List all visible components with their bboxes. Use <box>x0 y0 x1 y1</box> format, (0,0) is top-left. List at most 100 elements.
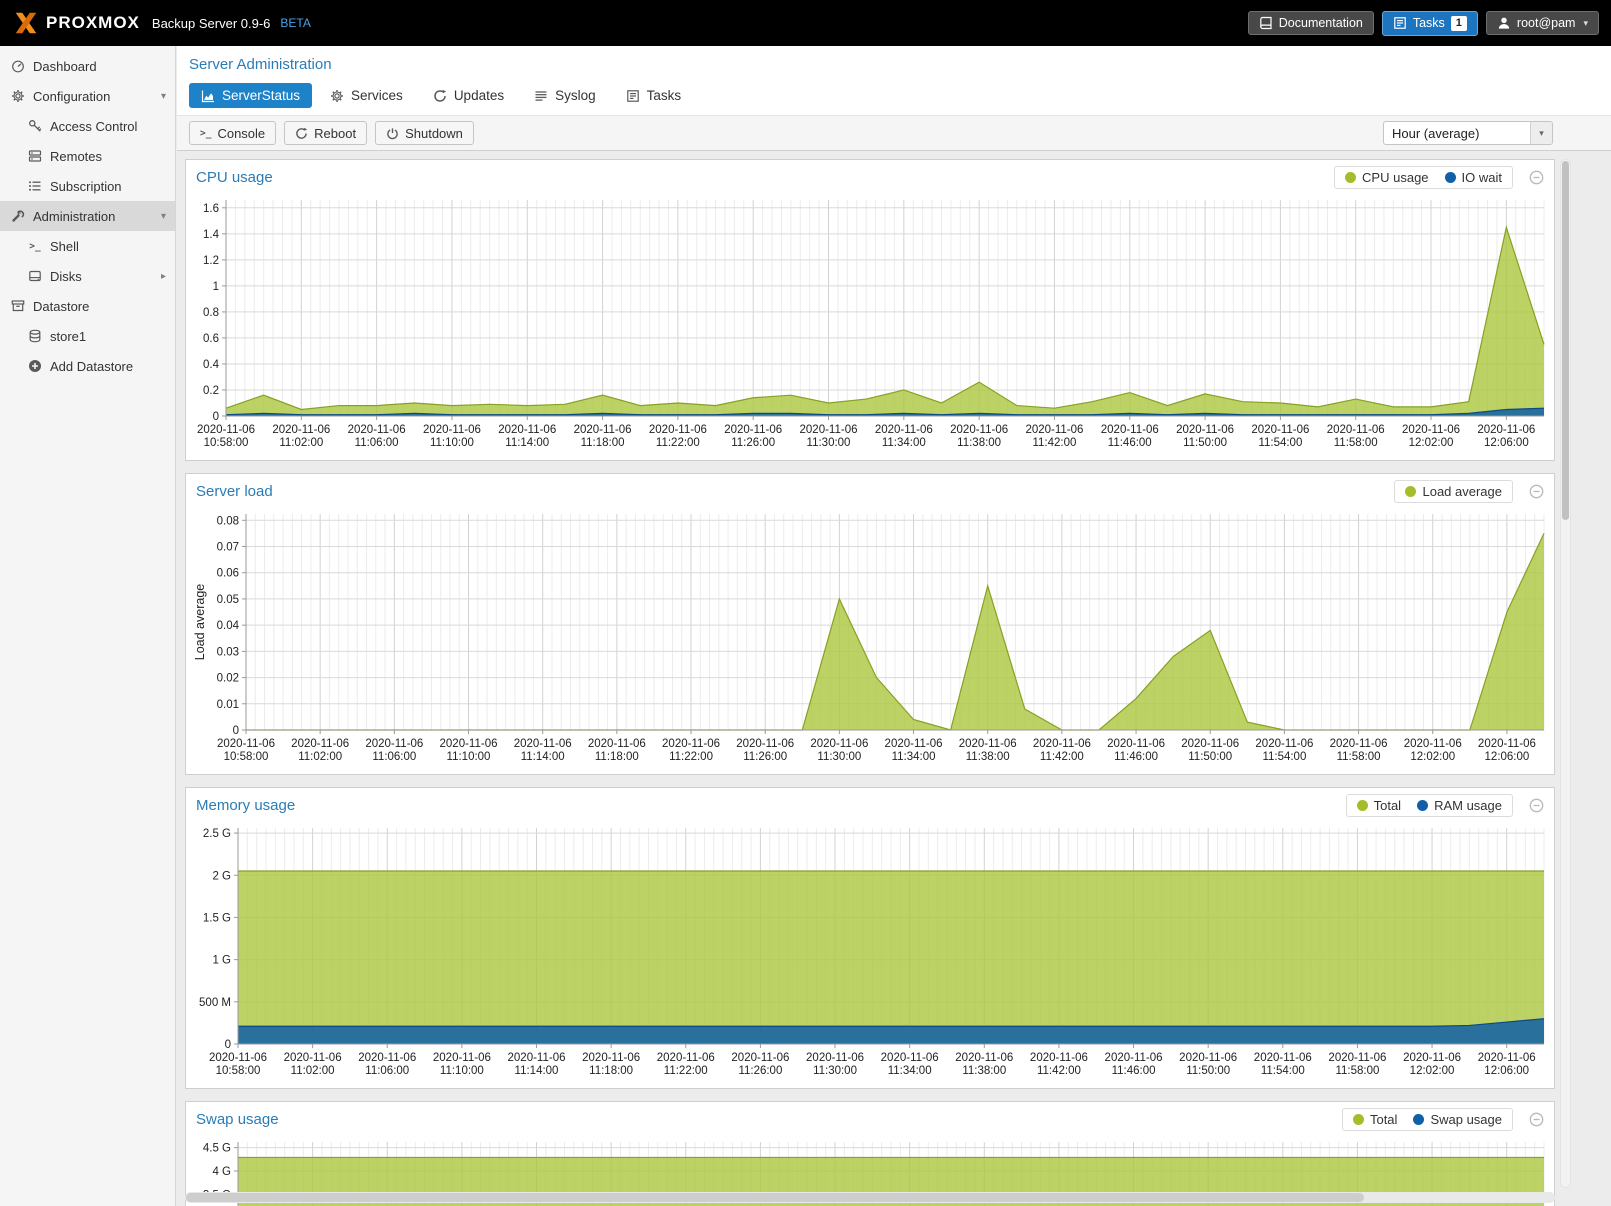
sidebar-item-label: Remotes <box>50 149 102 164</box>
tab-label: Updates <box>454 88 504 103</box>
sidebar-item-access-control[interactable]: Access Control <box>0 111 175 141</box>
combo-trigger[interactable]: ▾ <box>1530 122 1552 144</box>
gears-icon <box>330 89 344 103</box>
reboot-icon <box>295 127 308 140</box>
sidebar-item-dashboard[interactable]: Dashboard <box>0 51 175 81</box>
horizontal-scrollbar-thumb[interactable] <box>186 1193 1364 1202</box>
svg-text:1.6: 1.6 <box>203 203 219 215</box>
svg-text:2020-11-0610:58:00: 2020-11-0610:58:00 <box>217 738 275 763</box>
svg-text:0.2: 0.2 <box>203 385 219 397</box>
svg-text:2020-11-0611:42:00: 2020-11-0611:42:00 <box>1033 738 1091 763</box>
horizontal-scrollbar[interactable] <box>185 1192 1555 1203</box>
console-button[interactable]: >_ Console <box>189 121 276 145</box>
sidebar-item-store1[interactable]: store1 <box>0 321 175 351</box>
legend-dot <box>1405 486 1416 497</box>
tab-tasks[interactable]: Tasks <box>614 83 694 108</box>
svg-text:2020-11-0611:38:00: 2020-11-0611:38:00 <box>955 1052 1013 1077</box>
sidebar-item-add-datastore[interactable]: Add Datastore <box>0 351 175 381</box>
svg-text:2020-11-0610:58:00: 2020-11-0610:58:00 <box>209 1052 267 1077</box>
sidebar: Dashboard Configuration ▾ Access Control… <box>0 46 176 1206</box>
legend-label: IO wait <box>1462 170 1502 185</box>
svg-text:2020-11-0611:06:00: 2020-11-0611:06:00 <box>365 738 423 763</box>
svg-text:2020-11-0611:02:00: 2020-11-0611:02:00 <box>291 738 349 763</box>
sidebar-item-configuration[interactable]: Configuration ▾ <box>0 81 175 111</box>
vertical-scrollbar-thumb[interactable] <box>1562 161 1569 520</box>
svg-text:0.04: 0.04 <box>217 620 240 632</box>
tab-services[interactable]: Services <box>318 83 415 108</box>
wrench-icon <box>10 209 26 223</box>
sidebar-item-label: Access Control <box>50 119 137 134</box>
toolbar: >_ Console Reboot Shutdown Hour (average… <box>177 115 1611 151</box>
tab-syslog[interactable]: Syslog <box>522 83 608 108</box>
brand-name: PROXMOX <box>46 13 140 33</box>
tasks-label: Tasks <box>1413 16 1445 30</box>
collapse-panel-icon[interactable] <box>1529 484 1544 499</box>
svg-text:0.6: 0.6 <box>203 333 219 345</box>
legend-label: Load average <box>1422 484 1502 499</box>
area-chart-icon <box>201 89 215 103</box>
tasks-button[interactable]: Tasks 1 <box>1382 11 1478 36</box>
legend-item: RAM usage <box>1417 798 1502 813</box>
tab-serverstatus[interactable]: ServerStatus <box>189 83 312 108</box>
svg-text:2020-11-0612:02:00: 2020-11-0612:02:00 <box>1404 738 1462 763</box>
timeframe-select[interactable]: Hour (average) ▾ <box>1383 121 1553 145</box>
legend-dot <box>1445 172 1456 183</box>
svg-text:2020-11-0611:22:00: 2020-11-0611:22:00 <box>657 1052 715 1077</box>
cpu-usage-panel: CPU usage CPU usage IO wait 00.20.40.60.… <box>185 159 1555 461</box>
sidebar-item-disks[interactable]: Disks ▸ <box>0 261 175 291</box>
documentation-button[interactable]: Documentation <box>1248 11 1374 35</box>
collapse-panel-icon[interactable] <box>1529 1112 1544 1127</box>
sidebar-item-administration[interactable]: Administration ▾ <box>0 201 175 231</box>
refresh-icon <box>433 89 447 103</box>
sidebar-item-datastore[interactable]: Datastore <box>0 291 175 321</box>
beta-link[interactable]: BETA <box>280 16 310 30</box>
collapse-panel-icon[interactable] <box>1529 798 1544 813</box>
vertical-scrollbar[interactable] <box>1560 159 1571 1188</box>
product-version: Backup Server 0.9-6 <box>152 16 271 31</box>
panel-header: Server load Load average <box>186 474 1554 508</box>
svg-text:2020-11-0611:14:00: 2020-11-0611:14:00 <box>514 738 572 763</box>
timeframe-value: Hour (average) <box>1384 126 1530 141</box>
svg-text:2020-11-0612:06:00: 2020-11-0612:06:00 <box>1477 424 1535 449</box>
svg-text:0.07: 0.07 <box>217 542 239 554</box>
user-menu-button[interactable]: root@pam ▾ <box>1486 11 1599 35</box>
tab-updates[interactable]: Updates <box>421 83 516 108</box>
memory-usage-chart: 0500 M1 G1.5 G2 G2.5 G2020-11-0610:58:00… <box>188 822 1552 1086</box>
chevron-down-icon: ▾ <box>1539 128 1544 139</box>
content-header: Server Administration ServerStatus Servi… <box>177 46 1611 115</box>
svg-text:2020-11-0611:58:00: 2020-11-0611:58:00 <box>1328 1052 1386 1077</box>
svg-text:2020-11-0611:30:00: 2020-11-0611:30:00 <box>806 1052 864 1077</box>
user-label: root@pam <box>1517 16 1576 30</box>
legend-label: Total <box>1374 798 1401 813</box>
power-icon <box>386 127 399 140</box>
sidebar-item-subscription[interactable]: Subscription <box>0 171 175 201</box>
chart-legend: CPU usage IO wait <box>1334 166 1513 189</box>
sidebar-item-label: Dashboard <box>33 59 97 74</box>
svg-text:4 G: 4 G <box>212 1166 231 1178</box>
legend-item: Swap usage <box>1413 1112 1502 1127</box>
panel-title: Swap usage <box>196 1111 279 1128</box>
proxmox-logo: PROXMOX <box>12 11 140 35</box>
server-load-chart: 00.010.020.030.040.050.060.070.082020-11… <box>188 508 1552 772</box>
tab-label: Syslog <box>555 88 596 103</box>
database-icon <box>27 329 43 343</box>
chevron-right-icon: ▸ <box>161 271 166 282</box>
svg-text:2020-11-0611:42:00: 2020-11-0611:42:00 <box>1025 424 1083 449</box>
shutdown-button[interactable]: Shutdown <box>375 121 474 145</box>
sidebar-item-remotes[interactable]: Remotes <box>0 141 175 171</box>
svg-text:2020-11-0611:14:00: 2020-11-0611:14:00 <box>498 424 556 449</box>
svg-text:0: 0 <box>225 1039 231 1051</box>
svg-text:2020-11-0611:46:00: 2020-11-0611:46:00 <box>1101 424 1159 449</box>
reboot-button[interactable]: Reboot <box>284 121 367 145</box>
svg-text:1: 1 <box>213 281 219 293</box>
svg-text:2020-11-0612:02:00: 2020-11-0612:02:00 <box>1402 424 1460 449</box>
panel-header: CPU usage CPU usage IO wait <box>186 160 1554 194</box>
svg-text:2020-11-0611:42:00: 2020-11-0611:42:00 <box>1030 1052 1088 1077</box>
svg-text:2020-11-0611:10:00: 2020-11-0611:10:00 <box>423 424 481 449</box>
sidebar-item-shell[interactable]: >_ Shell <box>0 231 175 261</box>
sidebar-item-label: Shell <box>50 239 79 254</box>
collapse-panel-icon[interactable] <box>1529 170 1544 185</box>
user-icon <box>1497 16 1511 30</box>
svg-text:2.5 G: 2.5 G <box>203 828 231 840</box>
svg-text:2020-11-0611:30:00: 2020-11-0611:30:00 <box>800 424 858 449</box>
